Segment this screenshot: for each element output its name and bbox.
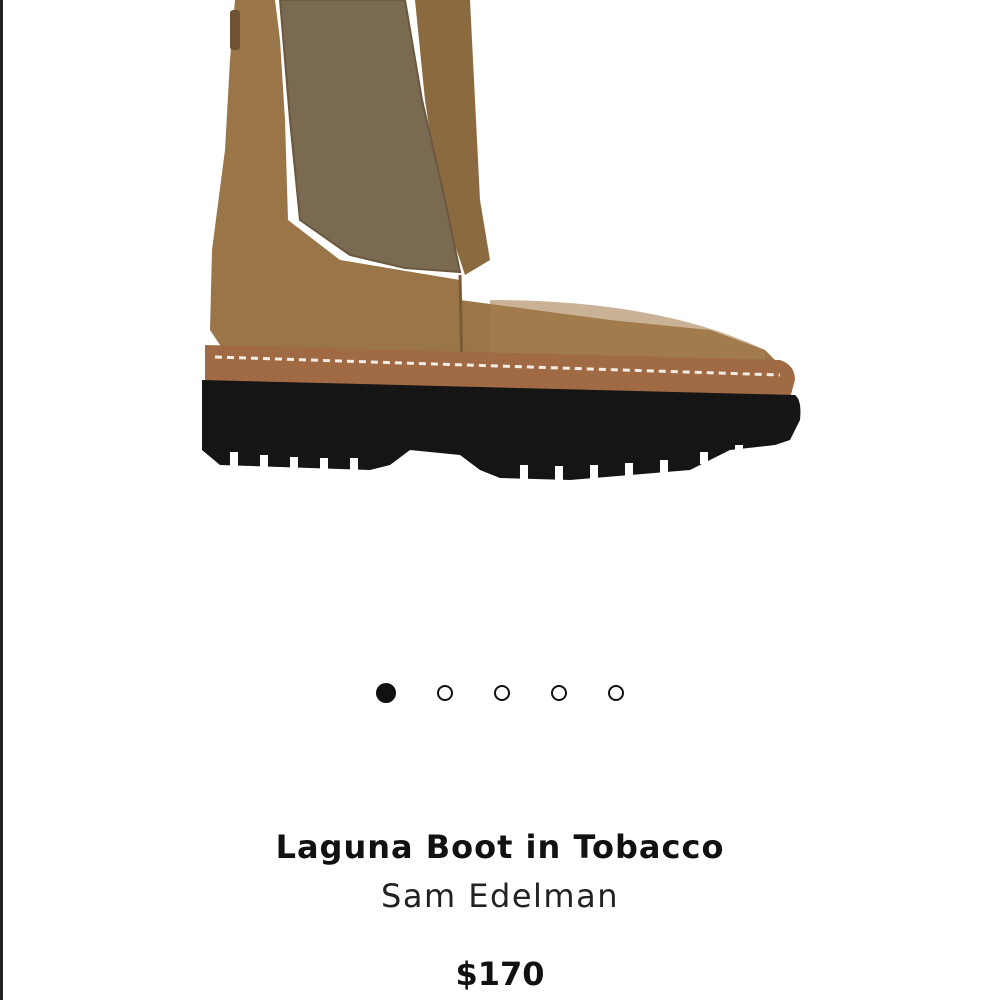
product-title: Laguna Boot in Tobacco [275,828,725,866]
carousel-dot-3[interactable] [494,685,510,701]
carousel-dot-5[interactable] [608,685,624,701]
product-price: $170 [455,955,545,993]
chelsea-boot-image [202,0,801,480]
product-image[interactable] [190,0,810,500]
image-carousel-dots [0,683,1000,707]
carousel-dot-2[interactable] [437,685,453,701]
carousel-dot-4[interactable] [551,685,567,701]
carousel-dot-1[interactable] [376,683,396,703]
product-page: Laguna Boot in Tobacco Sam Edelman $170 [0,0,1000,1000]
product-brand[interactable]: Sam Edelman [0,877,1000,915]
